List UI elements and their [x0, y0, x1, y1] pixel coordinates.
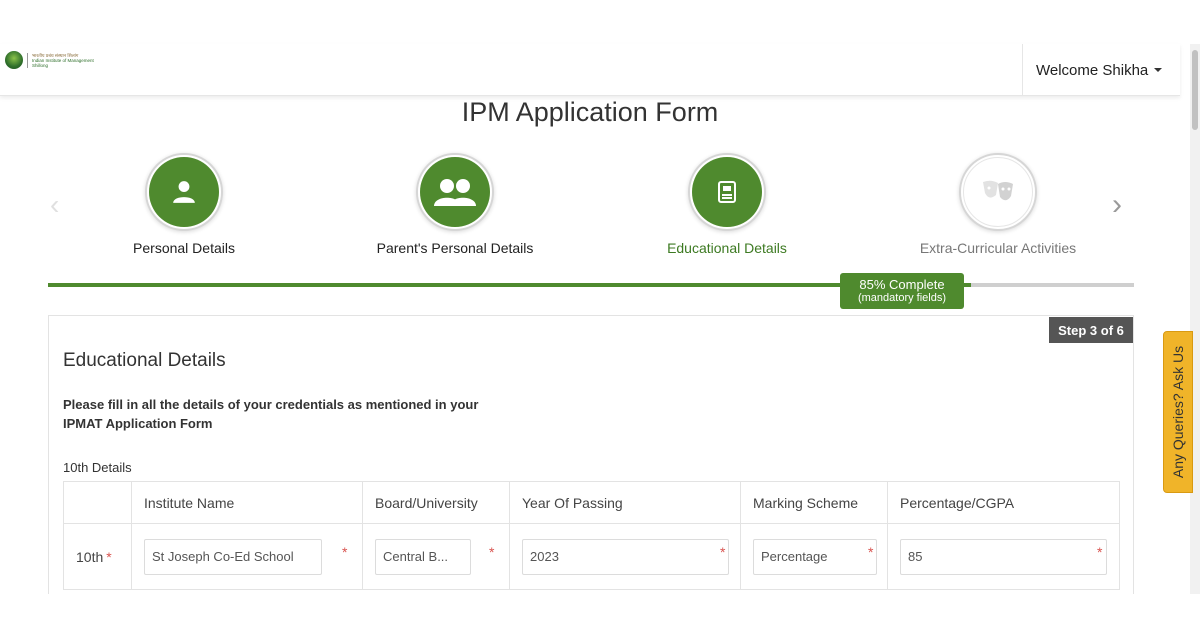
form-instruction: Please fill in all the details of your c…: [63, 397, 479, 431]
year-of-passing-value: 2023: [530, 549, 559, 564]
year-cell: 2023 *: [509, 523, 741, 590]
section-heading: Educational Details: [63, 350, 226, 371]
percentage-cgpa-value: 85: [908, 549, 923, 564]
ask-queries-tab[interactable]: Any Queries? Ask Us: [1163, 331, 1193, 493]
marking-scheme-value: Percentage: [761, 549, 828, 564]
column-header-board: Board/University: [362, 481, 510, 524]
ask-queries-label: Any Queries? Ask Us: [1170, 345, 1186, 479]
percentage-cell: 85 *: [887, 523, 1120, 590]
column-header-empty: [63, 481, 132, 524]
step-circle: [688, 153, 766, 231]
step-label: Extra-Curricular Activities: [919, 240, 1077, 256]
progress-sub-label: (mandatory fields): [857, 292, 947, 304]
step-personal-details[interactable]: Personal Details: [94, 153, 274, 256]
board-cell: Central B... *: [362, 523, 510, 590]
required-asterisk: *: [106, 548, 112, 565]
institute-name-value: St Joseph Co-Ed School: [152, 549, 294, 564]
page-scrollbar[interactable]: [1190, 44, 1200, 594]
step-circle: [959, 153, 1037, 231]
marking-scheme-select[interactable]: Percentage *: [753, 538, 877, 575]
step-circle: [416, 153, 494, 231]
tenth-details-label: 10th Details: [63, 460, 132, 475]
stepper-prev-arrow-icon[interactable]: ‹: [50, 190, 59, 220]
row-label: 10th *: [63, 523, 132, 590]
scrollbar-thumb[interactable]: [1192, 50, 1198, 130]
percentage-cgpa-input[interactable]: 85 *: [900, 538, 1107, 575]
top-navbar: भारतीय प्रबंध संस्थान शिलांग Indian Inst…: [0, 44, 1180, 96]
user-menu-dropdown[interactable]: Welcome Shikha: [1022, 44, 1180, 96]
step-extra-curricular[interactable]: Extra-Curricular Activities: [908, 153, 1088, 256]
progress-bar: [48, 283, 1134, 287]
column-header-year: Year Of Passing: [509, 481, 741, 524]
step-circle: [145, 153, 223, 231]
column-header-institute: Institute Name: [131, 481, 363, 524]
iim-shillong-logo[interactable]: भारतीय प्रबंध संस्थान शिलांग Indian Inst…: [5, 48, 105, 72]
step-label: Personal Details: [133, 240, 235, 256]
required-asterisk: *: [720, 543, 726, 560]
logo-line-city: Shillong: [32, 62, 49, 68]
progress-percent-label: 85% Complete: [859, 277, 945, 292]
row-label-text: 10th: [76, 548, 104, 565]
scheme-cell: Percentage *: [740, 523, 888, 590]
table-header-row: Institute Name Board/University Year Of …: [63, 481, 1120, 524]
logo-emblem-icon: [5, 51, 23, 69]
step-educational-details[interactable]: Educational Details: [637, 153, 817, 256]
board-university-select[interactable]: Central B... *: [375, 538, 494, 575]
person-icon: [173, 181, 195, 203]
stepper-next-arrow-icon[interactable]: ›: [1112, 190, 1122, 220]
step-label: Educational Details: [667, 240, 787, 256]
column-header-percentage: Percentage/CGPA: [887, 481, 1120, 524]
page-title: IPM Application Form: [461, 97, 719, 127]
required-asterisk: *: [489, 543, 495, 560]
required-asterisk: *: [342, 543, 348, 560]
welcome-text: Welcome Shikha: [1036, 61, 1149, 79]
theater-masks-icon: [983, 180, 1013, 201]
parents-icon: [434, 179, 476, 206]
step-label: Parent's Personal Details: [376, 240, 534, 256]
board-university-value: Central B...: [383, 549, 449, 564]
required-asterisk: *: [1097, 543, 1103, 560]
required-asterisk: *: [868, 543, 874, 560]
page: भारतीय प्रबंध संस्थान शिलांग Indian Inst…: [0, 0, 1200, 630]
progress-fill: [48, 283, 972, 287]
step-counter-badge: Step 3 of 6: [1049, 317, 1133, 343]
form-card: Step 3 of 6 Educational Details Please f…: [48, 315, 1134, 615]
caret-down-icon: [1154, 68, 1163, 72]
education-table: Institute Name Board/University Year Of …: [63, 481, 1120, 590]
table-row: 10th * St Joseph Co-Ed School * Central B…: [63, 523, 1120, 590]
progress-badge: 85% Complete (mandatory fields): [840, 273, 964, 309]
institute-name-input[interactable]: St Joseph Co-Ed School *: [144, 538, 347, 575]
year-of-passing-input[interactable]: 2023 *: [522, 538, 729, 575]
step-parents-details[interactable]: Parent's Personal Details: [365, 153, 545, 256]
document-icon: [718, 181, 736, 203]
logo-text: भारतीय प्रबंध संस्थान शिलांग Indian Inst…: [27, 52, 94, 68]
column-header-scheme: Marking Scheme: [740, 481, 888, 524]
page-bottom-blank: [0, 594, 1200, 630]
institute-cell: St Joseph Co-Ed School *: [131, 523, 363, 590]
